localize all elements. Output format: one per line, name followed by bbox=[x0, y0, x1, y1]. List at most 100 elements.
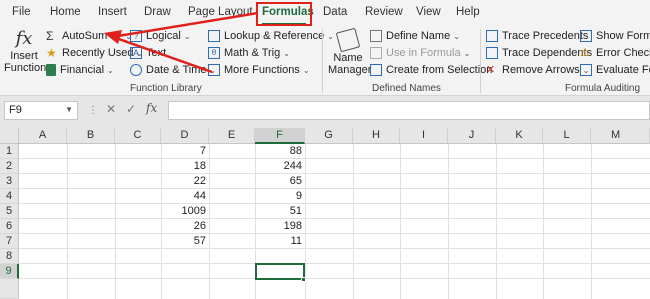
date-time-button[interactable]: Date & Time ⌄ bbox=[130, 62, 216, 78]
tab-insert[interactable]: Insert bbox=[98, 6, 127, 18]
column-header-j[interactable]: J bbox=[448, 128, 496, 144]
select-all-corner[interactable] bbox=[0, 128, 19, 144]
name-manager-button[interactable]: Name Manager bbox=[328, 27, 371, 76]
show-formulas-button[interactable]: Show Formul bbox=[580, 28, 650, 44]
recently-used-button[interactable]: ★ Recently Used ⌄ bbox=[46, 45, 143, 61]
show-formulas-icon bbox=[580, 30, 592, 42]
row-header-9[interactable]: 9 bbox=[0, 264, 19, 279]
column-header-d[interactable]: D bbox=[161, 128, 209, 144]
star-icon: ★ bbox=[46, 46, 57, 60]
fill-handle[interactable] bbox=[301, 277, 306, 282]
column-header-i[interactable]: I bbox=[400, 128, 448, 144]
cell-d2[interactable]: 18 bbox=[161, 159, 209, 174]
use-in-formula-button[interactable]: Use in Formula ⌄ bbox=[370, 45, 470, 61]
row-header-4[interactable]: 4 bbox=[0, 189, 19, 204]
cell-d1[interactable]: 7 bbox=[161, 144, 209, 159]
name-box-value: F9 bbox=[9, 104, 22, 116]
formula-bar-area: F9 ▼ ⋮ ✕ ✓ fx bbox=[0, 96, 650, 128]
cell-f6[interactable]: 198 bbox=[255, 219, 305, 234]
tab-review[interactable]: Review bbox=[365, 6, 403, 18]
tab-help[interactable]: Help bbox=[456, 6, 480, 18]
column-header-l[interactable]: L bbox=[543, 128, 591, 144]
financial-label: Financial bbox=[60, 64, 105, 76]
active-cell-f9[interactable] bbox=[255, 263, 305, 280]
column-header-h[interactable]: H bbox=[353, 128, 400, 144]
insert-function-fx-icon[interactable]: fx bbox=[146, 101, 157, 115]
trace-dependents-label: Trace Dependents bbox=[502, 47, 593, 59]
evaluate-formula-icon bbox=[580, 64, 592, 76]
trace-dependents-button[interactable]: Trace Dependents bbox=[486, 45, 592, 61]
error-checking-label: Error Checkin bbox=[596, 47, 650, 59]
formula-input[interactable] bbox=[168, 101, 650, 120]
cell-d6[interactable]: 26 bbox=[161, 219, 209, 234]
row-header-5[interactable]: 5 bbox=[0, 204, 19, 219]
lookup-icon bbox=[208, 30, 220, 42]
column-header-c[interactable]: C bbox=[115, 128, 161, 144]
row-header-8[interactable]: 8 bbox=[0, 249, 19, 264]
row-header-3[interactable]: 3 bbox=[0, 174, 19, 189]
chevron-down-icon: ⌄ bbox=[183, 31, 191, 41]
error-checking-button[interactable]: ⚠ Error Checkin bbox=[580, 45, 650, 61]
grid-line bbox=[19, 203, 650, 204]
lookup-reference-button[interactable]: Lookup & Reference ⌄ bbox=[208, 28, 334, 44]
cell-f2[interactable]: 244 bbox=[255, 159, 305, 174]
tab-home[interactable]: Home bbox=[50, 6, 81, 18]
row-header-1[interactable]: 1 bbox=[0, 144, 19, 159]
lookup-reference-label: Lookup & Reference bbox=[224, 30, 325, 42]
cell-d3[interactable]: 22 bbox=[161, 174, 209, 189]
column-header-k[interactable]: K bbox=[496, 128, 543, 144]
column-header-e[interactable]: E bbox=[209, 128, 255, 144]
cell-f1[interactable]: 88 bbox=[255, 144, 305, 159]
cell-f5[interactable]: 51 bbox=[255, 204, 305, 219]
row-header-2[interactable]: 2 bbox=[0, 159, 19, 174]
tab-data[interactable]: Data bbox=[323, 6, 347, 18]
function-library-group-label: Function Library bbox=[130, 83, 202, 94]
column-header-g[interactable]: G bbox=[305, 128, 353, 144]
tab-file[interactable]: File bbox=[12, 6, 31, 18]
column-header-b[interactable]: B bbox=[67, 128, 115, 144]
recently-used-label: Recently Used bbox=[62, 47, 134, 59]
name-manager-label-1: Name bbox=[333, 52, 363, 64]
more-functions-icon bbox=[208, 64, 220, 76]
autosum-button[interactable]: Σ AutoSum ⌄ bbox=[46, 28, 132, 44]
cell-f7[interactable]: 11 bbox=[255, 234, 305, 249]
math-trig-button[interactable]: θ Math & Trig ⌄ bbox=[208, 45, 290, 61]
row-header-6[interactable]: 6 bbox=[0, 219, 19, 234]
cell-d7[interactable]: 57 bbox=[161, 234, 209, 249]
chevron-down-icon: ⌄ bbox=[107, 65, 114, 75]
financial-button[interactable]: Financial ⌄ bbox=[46, 62, 114, 78]
define-name-button[interactable]: Define Name ⌄ bbox=[370, 28, 460, 44]
column-header-f[interactable]: F bbox=[255, 128, 305, 144]
column-header-m[interactable]: M bbox=[591, 128, 650, 144]
create-from-selection-button[interactable]: Create from Selection bbox=[370, 62, 492, 78]
cell-d5[interactable]: 1009 bbox=[161, 204, 209, 219]
more-functions-button[interactable]: More Functions ⌄ bbox=[208, 62, 310, 78]
sigma-icon: Σ bbox=[46, 29, 54, 43]
defined-names-group-label: Defined Names bbox=[372, 83, 441, 94]
chevron-down-icon: ⌄ bbox=[283, 48, 290, 58]
worksheet-grid[interactable]: A B C D E F G H I J K L M 1 2 3 4 5 6 7 … bbox=[0, 128, 650, 299]
row-header-7[interactable]: 7 bbox=[0, 234, 19, 249]
tab-draw[interactable]: Draw bbox=[144, 6, 171, 18]
trace-precedents-button[interactable]: Trace Precedents bbox=[486, 28, 588, 44]
insert-function-button[interactable]: fx Insert Function bbox=[4, 28, 46, 74]
cancel-icon[interactable]: ✕ bbox=[106, 102, 116, 116]
grid-line bbox=[543, 144, 544, 299]
remove-arrows-button[interactable]: ✕ Remove Arrows ⌄ bbox=[486, 62, 589, 78]
text-button[interactable]: A Text bbox=[130, 45, 166, 61]
cell-f3[interactable]: 65 bbox=[255, 174, 305, 189]
clock-icon bbox=[130, 64, 142, 76]
name-box[interactable]: F9 ▼ bbox=[4, 101, 78, 120]
cell-f4[interactable]: 9 bbox=[255, 189, 305, 204]
name-manager-icon bbox=[335, 27, 361, 53]
tab-view[interactable]: View bbox=[416, 6, 441, 18]
formula-auditing-group-label: Formula Auditing bbox=[565, 83, 641, 94]
chevron-down-icon[interactable]: ▼ bbox=[65, 105, 73, 114]
trace-dependents-icon bbox=[486, 47, 498, 59]
evaluate-formula-button[interactable]: Evaluate Form bbox=[580, 62, 650, 78]
tab-page-layout[interactable]: Page Layout bbox=[188, 6, 253, 18]
column-header-a[interactable]: A bbox=[19, 128, 67, 144]
logical-button[interactable]: ? Logical ⌄ bbox=[130, 28, 191, 44]
enter-icon[interactable]: ✓ bbox=[126, 102, 136, 116]
cell-d4[interactable]: 44 bbox=[161, 189, 209, 204]
